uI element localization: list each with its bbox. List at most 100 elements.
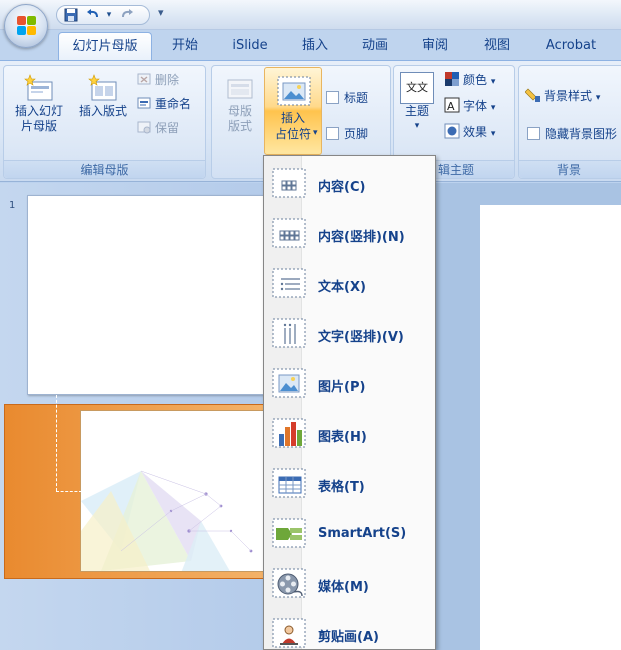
hide-background-checkbox[interactable]: 隐藏背景图形 bbox=[527, 124, 617, 144]
effects-icon bbox=[444, 123, 460, 139]
undo-icon[interactable] bbox=[85, 8, 101, 22]
menu-item-text-vertical[interactable]: 文字(竖排)(V) bbox=[264, 310, 435, 358]
insert-placeholder-button[interactable]: 插入 占位符 ▾ bbox=[264, 67, 322, 155]
delete-icon bbox=[136, 71, 152, 87]
slide-editing-canvas[interactable] bbox=[480, 205, 621, 650]
preserve-icon bbox=[136, 119, 152, 135]
insert-layout-label: 插入版式 bbox=[78, 104, 127, 118]
insert-slide-master-label: 插入幻灯 片母版 bbox=[14, 104, 63, 133]
menu-item-content-vertical[interactable]: 内容(竖排)(N) bbox=[264, 210, 435, 258]
fonts-button[interactable]: A 字体 ▾ bbox=[444, 96, 495, 116]
office-button[interactable] bbox=[4, 4, 48, 48]
ribbon-tabs: 幻灯片母版 开始 iSlide 插入 动画 审阅 视图 Acrobat bbox=[0, 30, 621, 60]
tab-home[interactable]: 开始 bbox=[160, 32, 210, 60]
menu-item-clipart-label: 剪贴画(A) bbox=[318, 630, 379, 645]
slide-number: 1 bbox=[9, 200, 16, 211]
media-placeholder-icon bbox=[272, 566, 306, 600]
menu-item-content-label: 内容(C) bbox=[318, 180, 366, 195]
colors-label: 颜色 bbox=[463, 73, 488, 87]
content-vertical-placeholder-icon bbox=[272, 216, 306, 250]
delete-label: 删除 bbox=[155, 73, 180, 87]
preserve-button[interactable]: 保留 bbox=[136, 118, 179, 138]
footer-checkbox-label: 页脚 bbox=[344, 127, 369, 141]
hide-background-label: 隐藏背景图形 bbox=[545, 127, 618, 141]
insert-placeholder-dropdown-arrow: ▾ bbox=[313, 128, 318, 138]
qat-customize-arrow[interactable]: ▾ bbox=[158, 6, 164, 19]
menu-item-text[interactable]: 文本(X) bbox=[264, 260, 435, 308]
insert-placeholder-menu: 内容(C) 内容(竖排)(N) 文本(X) 文字(竖排)(V) 图片(P) 图表… bbox=[263, 155, 436, 650]
menu-item-text-vertical-label: 文字(竖排)(V) bbox=[318, 330, 404, 345]
menu-item-smartart[interactable]: SmartArt(S) bbox=[264, 510, 435, 558]
save-icon[interactable] bbox=[63, 8, 79, 22]
footer-checkbox[interactable]: 页脚 bbox=[326, 124, 368, 144]
title-checkbox-label: 标题 bbox=[344, 91, 369, 105]
title-checkbox-box[interactable] bbox=[326, 91, 339, 104]
tab-review[interactable]: 审阅 bbox=[410, 32, 460, 60]
insert-layout-icon bbox=[88, 74, 118, 104]
menu-item-text-label: 文本(X) bbox=[318, 280, 366, 295]
title-checkbox[interactable]: 标题 bbox=[326, 88, 368, 108]
background-styles-label: 背景样式 bbox=[544, 89, 593, 103]
footer-checkbox-box[interactable] bbox=[326, 127, 339, 140]
menu-item-picture-label: 图片(P) bbox=[318, 380, 366, 395]
tab-acrobat[interactable]: Acrobat bbox=[538, 32, 604, 60]
insert-slide-master-button[interactable]: 插入幻灯 片母版 bbox=[8, 74, 70, 134]
delete-button[interactable]: 删除 bbox=[136, 70, 179, 90]
master-layout-button[interactable]: 母版 版式 bbox=[218, 74, 262, 134]
connector-line bbox=[56, 395, 57, 491]
tab-view[interactable]: 视图 bbox=[472, 32, 522, 60]
menu-item-clipart[interactable]: 剪贴画(A) bbox=[264, 610, 435, 650]
effects-label: 效果 bbox=[463, 125, 488, 139]
undo-dropdown-arrow[interactable]: ▾ bbox=[101, 8, 117, 22]
rename-button[interactable]: 重命名 bbox=[136, 94, 191, 114]
tab-insert[interactable]: 插入 bbox=[290, 32, 340, 60]
clipart-placeholder-icon bbox=[272, 616, 306, 650]
tab-slide-master[interactable]: 幻灯片母版 bbox=[58, 32, 152, 60]
menu-item-chart[interactable]: 图表(H) bbox=[264, 410, 435, 458]
background-styles-icon bbox=[524, 87, 541, 103]
menu-item-media-label: 媒体(M) bbox=[318, 580, 369, 595]
fonts-icon: A bbox=[444, 97, 460, 113]
colors-button[interactable]: 颜色 ▾ bbox=[444, 70, 495, 90]
redo-icon[interactable] bbox=[119, 8, 135, 22]
title-bar: ▾ ▾ bbox=[0, 0, 621, 30]
effects-button[interactable]: 效果 ▾ bbox=[444, 122, 495, 142]
theme-dropdown-arrow: ▾ bbox=[414, 121, 420, 131]
picture-placeholder-icon bbox=[272, 366, 306, 400]
background-styles-button[interactable]: 背景样式 ▾ bbox=[524, 86, 600, 106]
hide-background-checkbox-box[interactable] bbox=[527, 127, 540, 140]
rename-label: 重命名 bbox=[155, 97, 192, 111]
connector-line bbox=[56, 491, 82, 492]
insert-slide-master-icon bbox=[24, 74, 54, 104]
group-background: 背景样式 ▾ 隐藏背景图形 背景 bbox=[518, 65, 621, 179]
menu-item-table-label: 表格(T) bbox=[318, 480, 365, 495]
theme-button[interactable]: 文文 主题 ▾ bbox=[396, 72, 438, 134]
theme-icon: 文文 bbox=[400, 72, 434, 104]
fonts-label: 字体 bbox=[463, 99, 488, 113]
text-vertical-placeholder-icon bbox=[272, 316, 306, 350]
master-layout-label: 母版 版式 bbox=[227, 104, 252, 133]
quick-access-toolbar: ▾ bbox=[56, 5, 150, 25]
rename-icon bbox=[136, 95, 152, 111]
svg-text:A: A bbox=[447, 100, 455, 113]
text-placeholder-icon bbox=[272, 266, 306, 300]
group-edit-master-label: 编辑母版 bbox=[4, 160, 205, 178]
chart-placeholder-icon bbox=[272, 416, 306, 450]
slide-decoration-graphic bbox=[81, 470, 253, 571]
menu-item-media[interactable]: 媒体(M) bbox=[264, 560, 435, 608]
theme-label: 主题 bbox=[404, 104, 429, 118]
insert-layout-button[interactable]: 插入版式 bbox=[72, 74, 134, 119]
master-layout-icon bbox=[225, 74, 255, 104]
smartart-placeholder-icon bbox=[272, 516, 306, 550]
menu-item-picture[interactable]: 图片(P) bbox=[264, 360, 435, 408]
slide-thumbnail-layout[interactable] bbox=[80, 410, 270, 572]
office-logo-icon bbox=[17, 16, 37, 36]
menu-item-smartart-label: SmartArt(S) bbox=[318, 526, 407, 541]
tab-animation[interactable]: 动画 bbox=[350, 32, 400, 60]
menu-item-content[interactable]: 内容(C) bbox=[264, 160, 435, 208]
group-background-label: 背景 bbox=[519, 160, 621, 178]
tab-islide[interactable]: iSlide bbox=[222, 32, 278, 60]
menu-item-table[interactable]: 表格(T) bbox=[264, 460, 435, 508]
slide-thumbnail-master[interactable] bbox=[27, 195, 267, 395]
table-placeholder-icon bbox=[272, 466, 306, 500]
